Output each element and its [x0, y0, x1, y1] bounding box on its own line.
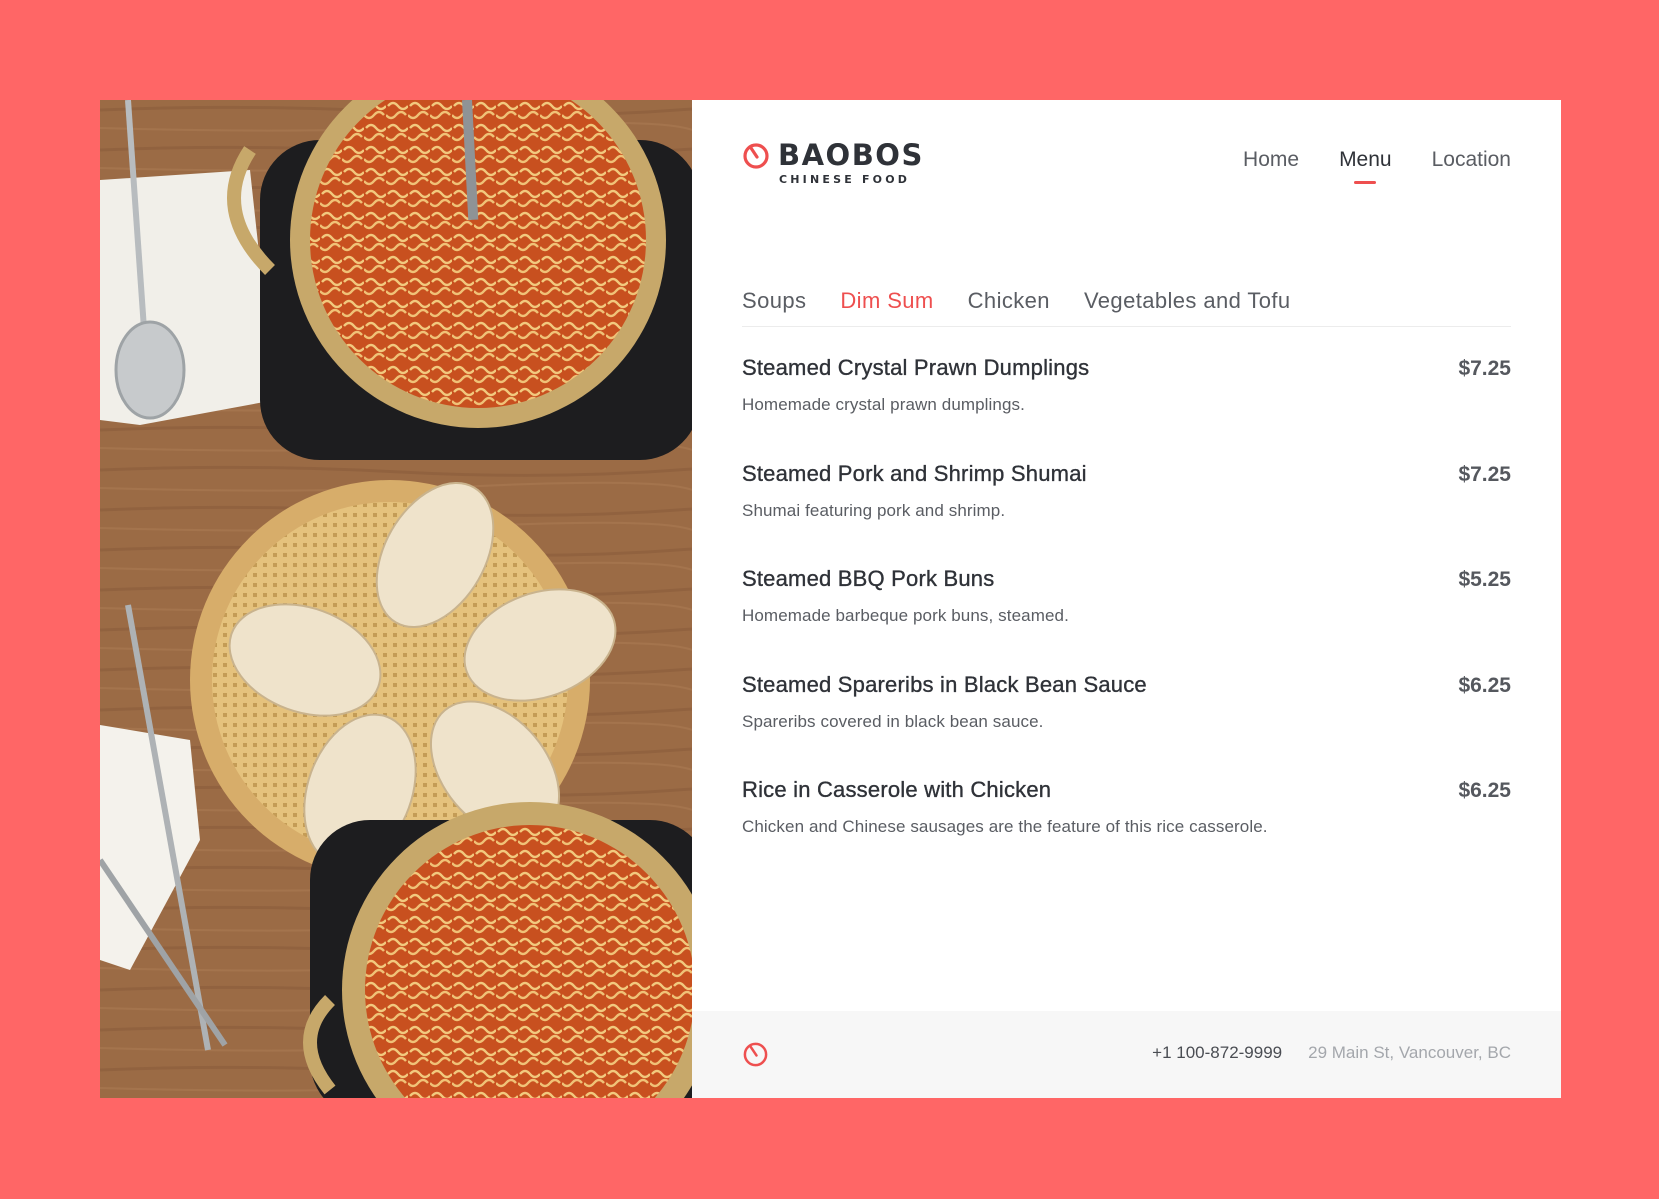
menu-list: Steamed Crystal Prawn Dumplings $7.25 Ho…: [742, 355, 1511, 883]
menu-item-price: $6.25: [1458, 673, 1511, 697]
footer-address: 29 Main St, Vancouver, BC: [1308, 1043, 1511, 1062]
footer: +1 100-872-9999 29 Main St, Vancouver, B…: [692, 1011, 1561, 1098]
menu-item: Rice in Casserole with Chicken $6.25 Chi…: [742, 777, 1511, 883]
brand-text: BAOBOS CHINESE FOOD: [778, 138, 924, 186]
food-photo: [100, 100, 692, 1098]
nav-item-home[interactable]: Home: [1243, 146, 1299, 174]
menu-item-header: Steamed Spareribs in Black Bean Sauce $6…: [742, 671, 1511, 698]
menu-item-header: Steamed Pork and Shrimp Shumai $7.25: [742, 460, 1511, 487]
menu-category-tabs: Soups Dim Sum Chicken Vegetables and Tof…: [742, 286, 1511, 327]
menu-item-header: Steamed Crystal Prawn Dumplings $7.25: [742, 355, 1511, 381]
menu-item: Steamed BBQ Pork Buns $5.25 Homemade bar…: [742, 566, 1511, 672]
menu-item-header: Steamed BBQ Pork Buns $5.25: [742, 566, 1511, 592]
brand-name: BAOBOS: [778, 138, 924, 172]
menu-item: Steamed Spareribs in Black Bean Sauce $6…: [742, 671, 1511, 778]
main-nav: Home Menu Location: [1243, 146, 1511, 174]
menu-item-price: $5.25: [1458, 568, 1511, 591]
menu-item-name: Steamed Crystal Prawn Dumplings: [742, 355, 1090, 380]
menu-item-header: Rice in Casserole with Chicken $6.25: [742, 777, 1511, 803]
brand-tagline: CHINESE FOOD: [779, 173, 911, 186]
baobos-footer-logo-icon[interactable]: [742, 1041, 769, 1068]
menu-item: Steamed Pork and Shrimp Shumai $7.25 Shu…: [742, 460, 1511, 567]
footer-contact: +1 100-872-9999 29 Main St, Vancouver, B…: [1152, 1043, 1511, 1063]
food-photo-illustration: [100, 100, 692, 1098]
nav-item-menu[interactable]: Menu: [1339, 146, 1392, 174]
menu-item-name: Rice in Casserole with Chicken: [742, 777, 1052, 802]
menu-item-description: Homemade crystal prawn dumplings.: [742, 395, 1025, 414]
menu-item-price: $6.25: [1458, 779, 1511, 802]
menu-item: Steamed Crystal Prawn Dumplings $7.25 Ho…: [742, 355, 1511, 461]
tab-soups[interactable]: Soups: [742, 286, 806, 316]
menu-item-name: Steamed Pork and Shrimp Shumai: [742, 460, 1087, 486]
page-card: BAOBOS CHINESE FOOD Home Menu Location S…: [100, 100, 1561, 1098]
menu-item-description: Spareribs covered in black bean sauce.: [742, 711, 1044, 731]
tab-vegetables-and-tofu[interactable]: Vegetables and Tofu: [1084, 286, 1291, 316]
tab-chicken[interactable]: Chicken: [968, 286, 1050, 316]
brand-logo[interactable]: BAOBOS CHINESE FOOD: [742, 138, 924, 186]
menu-item-description: Chicken and Chinese sausages are the fea…: [742, 817, 1268, 836]
footer-phone[interactable]: +1 100-872-9999: [1152, 1043, 1282, 1063]
baobos-logo-icon: [743, 143, 769, 169]
nav-item-location[interactable]: Location: [1432, 146, 1511, 174]
menu-item-price: $7.25: [1458, 462, 1511, 486]
menu-item-name: Steamed Spareribs in Black Bean Sauce: [742, 671, 1147, 697]
menu-item-description: Shumai featuring pork and shrimp.: [742, 500, 1006, 520]
menu-item-name: Steamed BBQ Pork Buns: [742, 566, 995, 591]
content-panel: BAOBOS CHINESE FOOD Home Menu Location S…: [692, 100, 1561, 1098]
menu-item-description: Homemade barbeque pork buns, steamed.: [742, 606, 1069, 625]
tab-dim-sum[interactable]: Dim Sum: [840, 286, 933, 316]
menu-item-price: $7.25: [1458, 357, 1511, 380]
